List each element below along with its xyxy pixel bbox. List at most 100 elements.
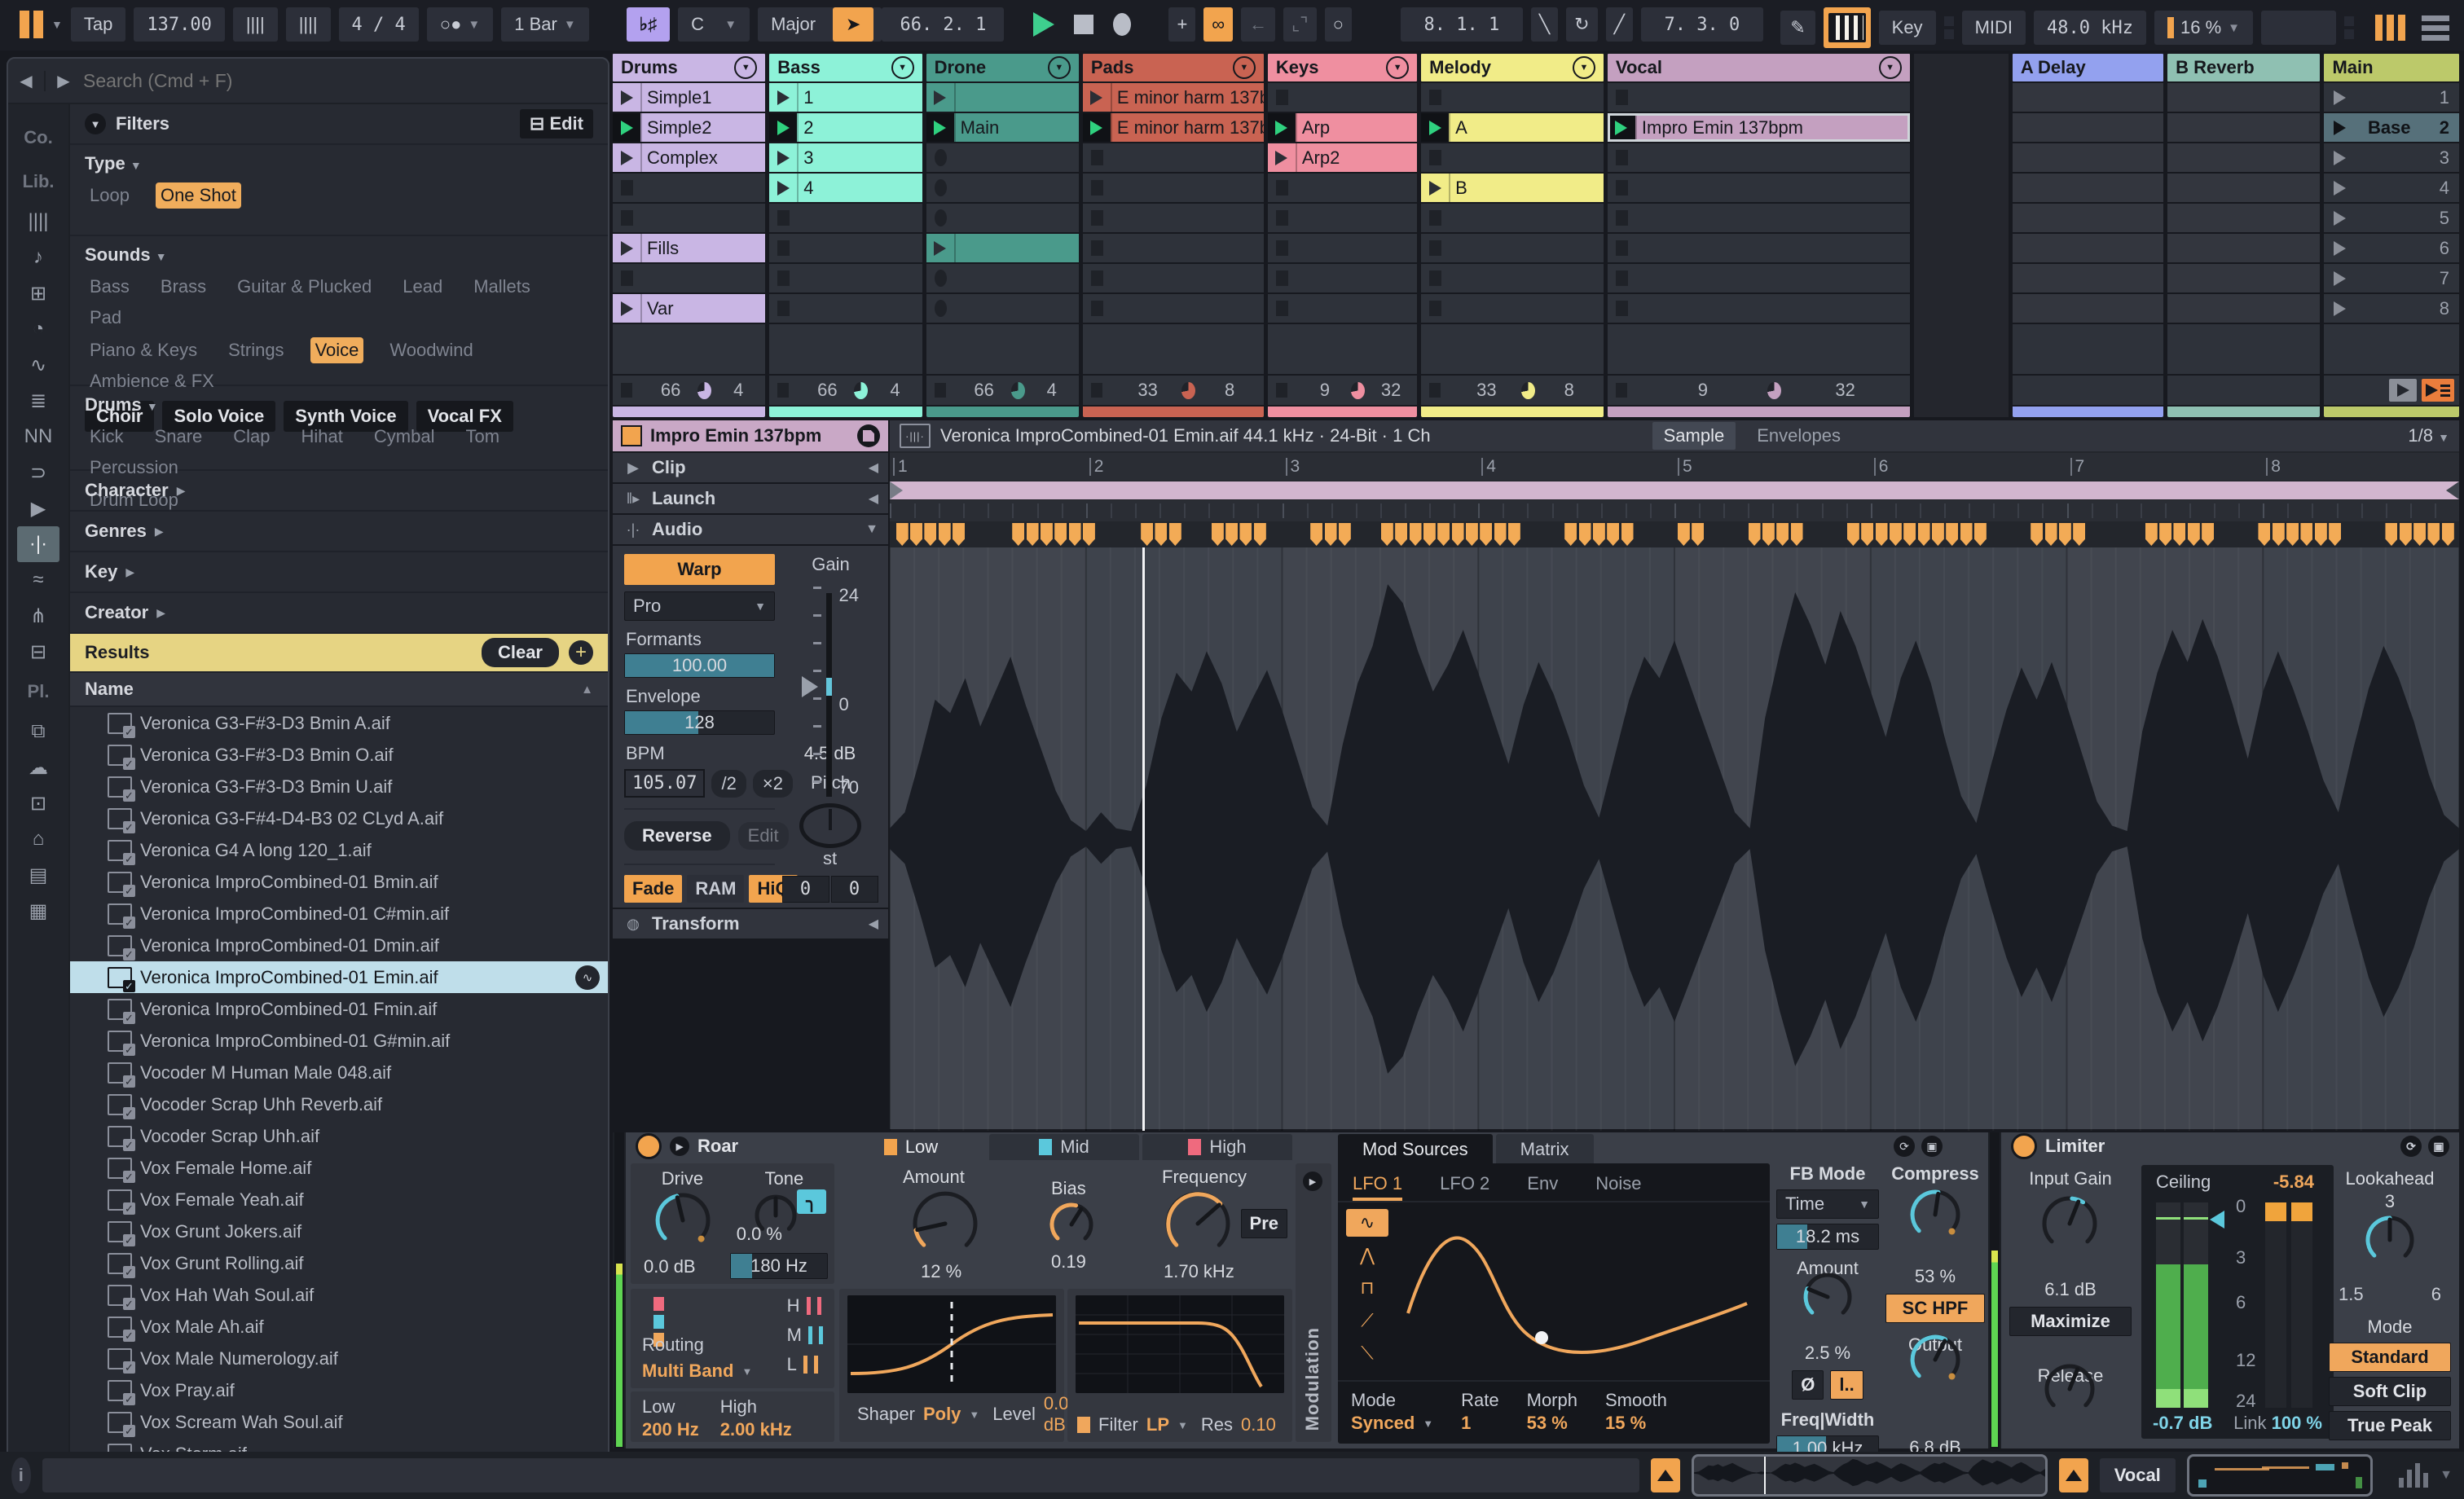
frequency-knob[interactable] — [1164, 1189, 1232, 1258]
warp-marker[interactable] — [2202, 523, 2215, 546]
warp-marker[interactable] — [1409, 523, 1422, 546]
filter-type-header[interactable]: Type ▼ — [85, 153, 593, 174]
lfo-shape-square-icon[interactable]: ⊓ — [1346, 1274, 1388, 1302]
warp-marker[interactable] — [2329, 523, 2342, 546]
warp-marker[interactable] — [1054, 523, 1067, 546]
clip-slot[interactable] — [1082, 264, 1264, 292]
file-item[interactable]: Vox Hah Wah Soul.aif — [70, 1279, 608, 1311]
record-button[interactable] — [1113, 13, 1132, 36]
max-for-live-icon[interactable]: ≣ — [17, 383, 59, 419]
audio-effects-icon[interactable]: ◔ — [17, 311, 59, 347]
midi-effects-icon[interactable]: ∿ — [17, 347, 59, 383]
warp-marker[interactable] — [895, 523, 909, 546]
sound-guitar-plucked[interactable]: Guitar & Plucked — [232, 274, 376, 300]
scene-launch-icon[interactable] — [2334, 270, 2347, 286]
warp-marker[interactable] — [1480, 523, 1493, 546]
clip-slot[interactable] — [1607, 174, 1910, 202]
clear-filters-button[interactable]: Clear — [481, 638, 559, 667]
pitch-knob[interactable] — [799, 803, 861, 848]
pre-button[interactable]: Pre — [1240, 1209, 1287, 1238]
gain-fader[interactable]: 24 0 70 — [785, 582, 875, 798]
scene-launch-icon[interactable] — [2334, 210, 2347, 226]
warp-marker[interactable] — [1762, 523, 1775, 546]
demos-icon[interactable]: ▶ — [17, 490, 59, 526]
warp-marker[interactable] — [910, 523, 923, 546]
clip-slot[interactable] — [613, 264, 766, 292]
type-one-shot[interactable]: One Shot — [155, 182, 241, 209]
sound-woodwind[interactable]: Woodwind — [385, 337, 477, 363]
track-header-melody[interactable]: Melody ▼ — [1421, 54, 1604, 81]
clip-launch-button[interactable] — [613, 234, 640, 262]
draw-selection-button[interactable]: ⌞⌝ — [1283, 7, 1317, 42]
audio-section-row[interactable]: ·|· Audio ▼ — [613, 515, 888, 544]
arrangement-view-toggle[interactable] — [2422, 15, 2449, 41]
clip-slot[interactable]: E minor harm 137b — [1082, 113, 1264, 142]
clip-slot[interactable] — [769, 264, 922, 292]
folder-icon[interactable]: ▤ — [17, 857, 59, 893]
routing-menu[interactable]: Multi Band ▼ — [642, 1361, 752, 1382]
link-value[interactable]: 100 % — [2272, 1413, 2322, 1433]
clip-slot[interactable] — [1267, 264, 1418, 292]
clip-slot[interactable]: Arp — [1267, 113, 1418, 142]
compress-knob[interactable] — [1908, 1188, 1962, 1242]
performance-levels-icon[interactable] — [2399, 1463, 2429, 1488]
warp-marker[interactable] — [1253, 523, 1266, 546]
edit-sample-button[interactable]: Edit — [737, 822, 789, 850]
tab-band-low[interactable]: Low — [836, 1134, 986, 1160]
clip-slot[interactable] — [1267, 204, 1418, 232]
input-gain-value[interactable]: 6.1 dB — [2009, 1279, 2132, 1300]
clip-overview[interactable] — [1691, 1454, 2048, 1497]
scene-6[interactable]: 6 — [2324, 234, 2460, 262]
compress-value[interactable]: 53 % — [1885, 1266, 1985, 1287]
scene-5[interactable]: 5 — [2324, 204, 2460, 232]
clip-slot[interactable]: Simple2 — [613, 113, 766, 142]
sound-lead[interactable]: Lead — [398, 274, 447, 300]
templates-icon[interactable]: ⊟ — [17, 634, 59, 670]
clip-slot[interactable] — [1421, 294, 1604, 323]
limiter-hot-swap-icon[interactable]: ⟳ — [2400, 1136, 2422, 1157]
waveform-display[interactable] — [890, 547, 2459, 1131]
warp-marker[interactable] — [1211, 523, 1224, 546]
clip-slot[interactable] — [1267, 294, 1418, 323]
warp-marker[interactable] — [2272, 523, 2285, 546]
beat-time-ruler[interactable]: 1 2 3 4 5 6 7 8 — [890, 453, 2459, 481]
punch-in-button[interactable]: ╲ — [1530, 7, 1559, 42]
save-clip-icon[interactable] — [857, 424, 880, 447]
warp-marker[interactable] — [1465, 523, 1478, 546]
warp-marker[interactable] — [1889, 523, 1902, 546]
warp-marker[interactable] — [1903, 523, 1916, 546]
scene-launch-icon[interactable] — [2334, 150, 2347, 165]
info-view-icon[interactable]: i — [11, 1457, 31, 1493]
device-view-toggle[interactable] — [2058, 1458, 2088, 1492]
scene-7[interactable]: 7 — [2324, 264, 2460, 292]
clip-slot[interactable] — [769, 204, 922, 232]
filter-section-creator[interactable]: Creator ▶ — [70, 593, 608, 634]
fb-spectrum-button[interactable]: l.. — [1830, 1370, 1863, 1400]
warp-marker[interactable] — [2286, 523, 2299, 546]
warp-marker[interactable] — [1225, 523, 1239, 546]
clip-slot[interactable]: Fills — [613, 234, 766, 262]
follow-button[interactable]: ➤ — [833, 7, 874, 42]
clip-slot[interactable] — [1082, 234, 1264, 262]
clip-slot[interactable] — [1267, 234, 1418, 262]
warp-marker[interactable] — [2385, 523, 2398, 546]
warp-marker[interactable] — [2159, 523, 2172, 546]
file-item[interactable]: Veronica ImproCombined-01 Dmin.aif — [70, 930, 608, 961]
file-item[interactable]: Veronica ImproCombined-01 G#min.aif — [70, 1025, 608, 1057]
tab-sample[interactable]: Sample — [1652, 422, 1736, 450]
clip-launch-button[interactable] — [1268, 143, 1296, 172]
input-gain-knob[interactable] — [2040, 1194, 2099, 1253]
file-item[interactable]: Veronica ImproCombined-01 C#min.aif — [70, 898, 608, 930]
track-fold-icon[interactable]: ▼ — [1047, 56, 1071, 79]
sound-bass[interactable]: Bass — [85, 274, 134, 300]
clip-slot[interactable] — [1607, 264, 1910, 292]
warp-marker[interactable] — [2399, 523, 2412, 546]
xover-low-value[interactable]: 200 Hz — [642, 1419, 699, 1440]
warp-button[interactable]: Warp — [624, 554, 775, 585]
shaper-curve[interactable] — [847, 1295, 1056, 1393]
clip-launch-button[interactable] — [769, 83, 797, 112]
tab-lfo-2[interactable]: LFO 2 — [1440, 1170, 1489, 1201]
lfo-curve[interactable] — [1401, 1207, 1752, 1378]
cpu-meter[interactable]: 16 % ▼ — [2154, 11, 2253, 45]
warp-marker[interactable] — [1310, 523, 1323, 546]
